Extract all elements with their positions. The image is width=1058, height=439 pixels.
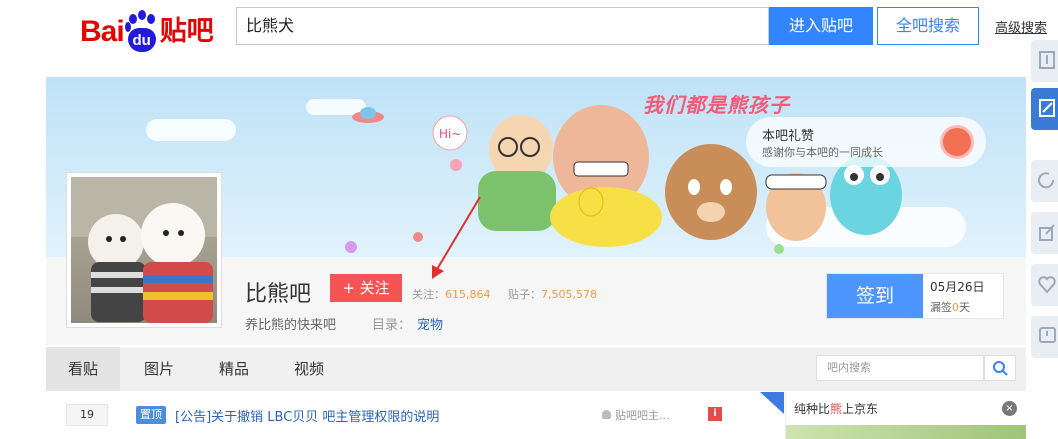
praise-subtitle: 感谢你与本吧的一同成长 xyxy=(762,146,883,159)
gift-icon[interactable] xyxy=(940,125,974,159)
tab-videos[interactable]: 视频 xyxy=(274,347,344,391)
forum-stats: 关注：615,864 贴子：7,505,578 xyxy=(412,286,597,302)
signin-date: 05月26日 xyxy=(930,280,985,294)
praise-title: 本吧礼赞 xyxy=(762,129,815,144)
forum-praise-panel[interactable]: 本吧礼赞 感谢你与本吧的一同成长 xyxy=(746,117,986,167)
info-icon[interactable]: i xyxy=(708,407,722,421)
enter-forum-button[interactable]: 进入贴吧 xyxy=(769,7,873,45)
paw-icon: du xyxy=(124,10,159,52)
edit-icon xyxy=(1039,99,1055,117)
tab-featured[interactable]: 精品 xyxy=(199,347,269,391)
annotation-arrow xyxy=(432,196,481,279)
forum-slogan: 养比熊的快来吧 xyxy=(245,318,337,333)
signin-panel: 签到 05月26日 漏签0天 xyxy=(826,273,1004,319)
thread-author[interactable]: 贴吧吧主... xyxy=(602,407,670,423)
catalog-label: 目录： xyxy=(372,318,412,333)
followers-count: 615,864 xyxy=(445,288,491,301)
top-bar: Bai du 贴吧 比熊犬 进入贴吧 全吧搜索 高级搜索 xyxy=(0,0,1058,60)
forum-search-button[interactable] xyxy=(984,355,1016,381)
posts-count: 7,505,578 xyxy=(541,288,597,301)
search-input[interactable]: 比熊犬 xyxy=(236,7,769,45)
share-side-button[interactable] xyxy=(1031,212,1058,254)
catalog-link[interactable]: 宠物 xyxy=(417,318,443,333)
ad-title: 纯种比熊上京东 xyxy=(794,400,878,417)
hi-text: Hi~ xyxy=(439,127,461,141)
heart-icon xyxy=(1038,276,1056,294)
tab-posts[interactable]: 看贴 xyxy=(46,347,120,391)
post-side-button[interactable] xyxy=(1031,88,1058,130)
reply-count: 19 xyxy=(66,404,108,426)
thread-title-link[interactable]: [公告]关于撤销 LBC贝贝 吧主管理权限的说明 xyxy=(175,406,439,425)
dog-photo xyxy=(71,177,217,323)
forum-avatar[interactable] xyxy=(66,172,222,328)
logo-du-text: du xyxy=(127,28,156,52)
posts-label: 贴子： xyxy=(508,288,541,301)
close-icon[interactable]: × xyxy=(1002,401,1017,416)
search-icon xyxy=(993,361,1008,376)
ad-title-highlight: 熊 xyxy=(830,402,843,416)
download-icon xyxy=(1039,51,1055,69)
favorite-side-button[interactable] xyxy=(1031,264,1058,306)
signin-button[interactable]: 签到 xyxy=(827,274,923,318)
ad-title-suffix: 上京东 xyxy=(842,402,879,416)
logo-bai-text: Bai xyxy=(80,15,125,48)
streak-count: 0 xyxy=(952,301,959,314)
tab-images[interactable]: 图片 xyxy=(124,347,194,391)
refresh-icon xyxy=(1038,172,1055,189)
thread-row[interactable]: 19 置顶 [公告]关于撤销 LBC贝贝 吧主管理权限的说明 贴吧吧主... i xyxy=(46,392,781,439)
share-icon xyxy=(1039,224,1055,241)
search-all-forums-button[interactable]: 全吧搜索 xyxy=(877,7,979,45)
feedback-side-button[interactable] xyxy=(1031,316,1058,358)
forum-avatar-image xyxy=(71,177,217,323)
followers-label: 关注： xyxy=(412,288,445,301)
follow-button[interactable]: + 关注 xyxy=(330,274,402,302)
forum-catalog: 目录： 宠物 xyxy=(372,314,443,333)
forum-search-input[interactable]: 吧内搜索 xyxy=(816,355,984,381)
download-side-button[interactable] xyxy=(1031,40,1058,82)
streak-suffix: 天 xyxy=(959,301,970,314)
baidu-tieba-logo[interactable]: Bai du 贴吧 xyxy=(80,2,214,52)
ad-panel[interactable]: 纯种比熊上京东 × xyxy=(785,392,1026,439)
pinned-badge: 置顶 xyxy=(136,406,166,424)
thread-author-name: 贴吧吧主... xyxy=(615,409,670,422)
advanced-search-link[interactable]: 高级搜索 xyxy=(995,17,1047,36)
streak-prefix: 漏签 xyxy=(930,301,952,314)
user-icon xyxy=(602,410,611,419)
banner-headline: 我们都是熊孩子 xyxy=(643,93,790,117)
logo-tieba-text: 贴吧 xyxy=(159,16,214,47)
feedback-icon xyxy=(1039,327,1056,343)
signin-streak: 漏签0天 xyxy=(930,299,970,315)
ad-image xyxy=(786,425,1026,439)
ad-title-prefix: 纯种比 xyxy=(794,402,831,416)
refresh-side-button[interactable] xyxy=(1031,160,1058,202)
forum-name: 比熊吧 xyxy=(245,282,312,307)
